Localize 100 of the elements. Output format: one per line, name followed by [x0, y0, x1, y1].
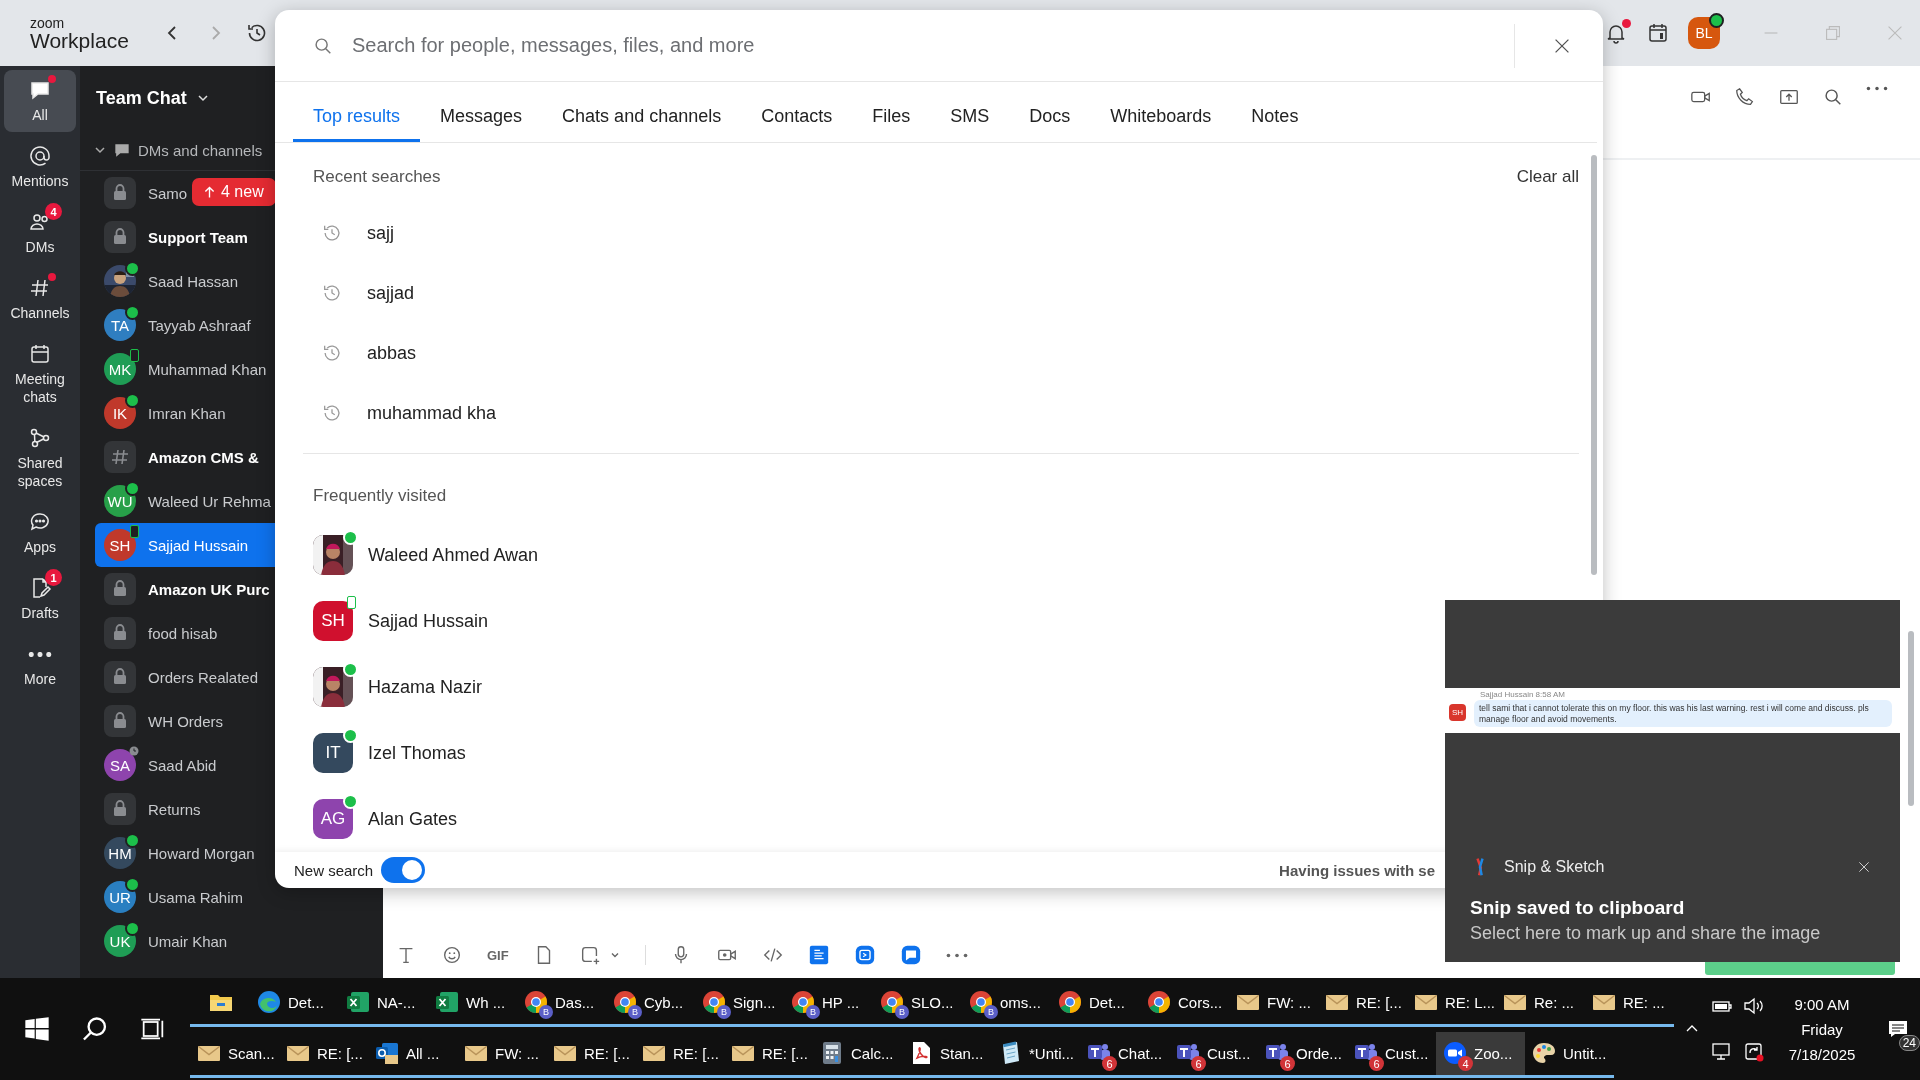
tab[interactable]: Notes: [1231, 82, 1319, 143]
document-app-icon[interactable]: [807, 944, 830, 966]
gif-button[interactable]: GIF: [487, 947, 509, 963]
chat-app-icon[interactable]: [899, 944, 922, 966]
tab[interactable]: Messages: [420, 82, 543, 143]
taskbar-button[interactable]: B HP ...: [784, 980, 873, 1027]
clear-all-button[interactable]: Clear all: [1516, 167, 1579, 188]
tab[interactable]: Whiteboards: [1090, 82, 1232, 143]
emoji-icon[interactable]: [441, 944, 463, 966]
taskbar-button[interactable]: Calc...: [813, 1031, 902, 1078]
taskbar-button[interactable]: RE: ...: [1585, 980, 1674, 1027]
tab[interactable]: Docs: [1009, 82, 1091, 143]
taskbar-button[interactable]: 4 Zoo...: [1436, 1031, 1525, 1078]
taskbar-button[interactable]: *Unti...: [991, 1031, 1080, 1078]
clock-date[interactable]: 7/18/2025: [1788, 1045, 1856, 1063]
more-icon[interactable]: [1866, 86, 1888, 91]
taskbar-button[interactable]: 6 Orde...: [1258, 1031, 1347, 1078]
recent-search-item[interactable]: sajjad: [275, 263, 427, 324]
taskbar-button[interactable]: FW: ...: [457, 1031, 546, 1078]
taskbar-button[interactable]: 6 Cust...: [1169, 1031, 1258, 1078]
toggle-switch[interactable]: [381, 857, 426, 884]
scrollbar[interactable]: [1591, 155, 1597, 576]
taskbar-button[interactable]: Scan...: [190, 1031, 279, 1078]
close-icon[interactable]: [1856, 859, 1872, 875]
tab[interactable]: Files: [852, 82, 931, 143]
taskbar-button[interactable]: B Sign...: [695, 980, 784, 1027]
channel-item[interactable]: SH Sajjad Hussain: [95, 523, 275, 567]
channel-item[interactable]: Samo: [95, 171, 190, 215]
tab[interactable]: SMS: [930, 82, 1010, 143]
taskbar-button[interactable]: B SLO...: [873, 980, 962, 1027]
phone-icon[interactable]: [1734, 86, 1756, 108]
channel-item[interactable]: TA Tayyab Ashraaf: [95, 303, 253, 347]
sync-icon[interactable]: [1742, 1040, 1766, 1064]
chevron-down-icon[interactable]: [196, 92, 209, 104]
nav-item[interactable]: 1 Drafts: [4, 568, 76, 630]
taskbar-button[interactable]: Det...: [1051, 980, 1140, 1027]
channel-item[interactable]: MK Muhammad Khan: [95, 347, 269, 391]
chevron-down-icon[interactable]: [94, 144, 106, 156]
channel-item[interactable]: UR Usama Rahim: [95, 875, 246, 919]
nav-item[interactable]: All: [4, 70, 76, 132]
channel-item[interactable]: Amazon UK Purc: [95, 567, 272, 611]
more-icon[interactable]: [945, 952, 968, 958]
calendar-icon[interactable]: [1646, 21, 1670, 45]
panel-title[interactable]: Team Chat: [96, 87, 187, 109]
channel-item[interactable]: Returns: [95, 787, 203, 831]
new-messages-button[interactable]: 4 new: [192, 178, 276, 206]
taskbar-button[interactable]: RE: [...: [546, 1031, 635, 1078]
taskbar-button[interactable]: Untit...: [1525, 1031, 1614, 1078]
recent-search-item[interactable]: muhammad kha: [275, 383, 509, 444]
search-icon[interactable]: [81, 1015, 109, 1043]
clock-day[interactable]: Friday: [1801, 1020, 1843, 1038]
scrollbar[interactable]: [1908, 631, 1914, 806]
channel-item[interactable]: IK Imran Khan: [95, 391, 228, 435]
nav-item[interactable]: Channels: [4, 268, 76, 330]
taskbar-button[interactable]: Re: ...: [1496, 980, 1585, 1027]
channel-item[interactable]: WU Waleed Ur Rehma: [95, 479, 273, 523]
clock-time[interactable]: 9:00 AM: [1794, 995, 1850, 1013]
start-icon[interactable]: [23, 1015, 51, 1043]
taskbar-button[interactable]: NA-...: [339, 980, 428, 1027]
taskbar-button[interactable]: Cors...: [1140, 980, 1229, 1027]
taskbar-button[interactable]: All ...: [368, 1031, 457, 1078]
taskbar-button[interactable]: RE: L...: [1407, 980, 1496, 1027]
nav-item[interactable]: Mentions: [4, 136, 76, 198]
recent-search-item[interactable]: abbas: [275, 323, 429, 384]
tab[interactable]: Chats and channels: [542, 82, 742, 143]
taskbar-button[interactable]: FW: ...: [1229, 980, 1318, 1027]
taskbar-button[interactable]: Wh ...: [428, 980, 517, 1027]
taskbar-button[interactable]: Det...: [250, 980, 339, 1027]
contact-item[interactable]: SH Sajjad Hussain: [275, 588, 501, 655]
channel-item[interactable]: Support Team: [95, 215, 250, 259]
channel-item[interactable]: food hisab: [95, 611, 220, 655]
taskbar-button[interactable]: RE: [...: [635, 1031, 724, 1078]
search-icon[interactable]: [1822, 86, 1844, 108]
taskbar-button[interactable]: RE: [...: [279, 1031, 368, 1078]
channel-item[interactable]: SA Saad Abid: [95, 743, 219, 787]
channel-item[interactable]: Amazon CMS &: [95, 435, 261, 479]
contact-item[interactable]: IT Izel Thomas: [275, 720, 478, 787]
taskbar-button[interactable]: B Das...: [517, 980, 606, 1027]
tab[interactable]: Top results: [293, 82, 421, 143]
nav-item[interactable]: Meeting chats: [4, 334, 76, 414]
tab[interactable]: Contacts: [741, 82, 853, 143]
contact-item[interactable]: Hazama Nazir: [275, 654, 495, 721]
section-header[interactable]: DMs and channels: [138, 141, 263, 159]
presentation-app-icon[interactable]: [853, 944, 876, 966]
taskbar-button[interactable]: 6 Chat...: [1080, 1031, 1169, 1078]
channel-item[interactable]: WH Orders: [95, 699, 225, 743]
contact-item[interactable]: Waleed Ahmed Awan: [275, 522, 551, 589]
taskbar-button[interactable]: RE: [...: [724, 1031, 813, 1078]
taskbar-button[interactable]: B Cyb...: [606, 980, 695, 1027]
taskbar-button[interactable]: RE: [...: [1318, 980, 1407, 1027]
channel-item[interactable]: HM Howard Morgan: [95, 831, 257, 875]
recent-search-item[interactable]: sajj: [275, 203, 406, 264]
nav-item[interactable]: Apps: [4, 502, 76, 564]
nav-item[interactable]: Shared spaces: [4, 418, 76, 498]
channel-item[interactable]: UK Umair Khan: [95, 919, 230, 963]
channel-item[interactable]: Orders Realated: [95, 655, 261, 699]
notification-toast[interactable]: [1445, 600, 1900, 962]
nav-item[interactable]: More: [4, 634, 76, 696]
channel-item[interactable]: Saad Hassan: [95, 259, 241, 303]
taskbar-button[interactable]: Stan...: [902, 1031, 991, 1078]
